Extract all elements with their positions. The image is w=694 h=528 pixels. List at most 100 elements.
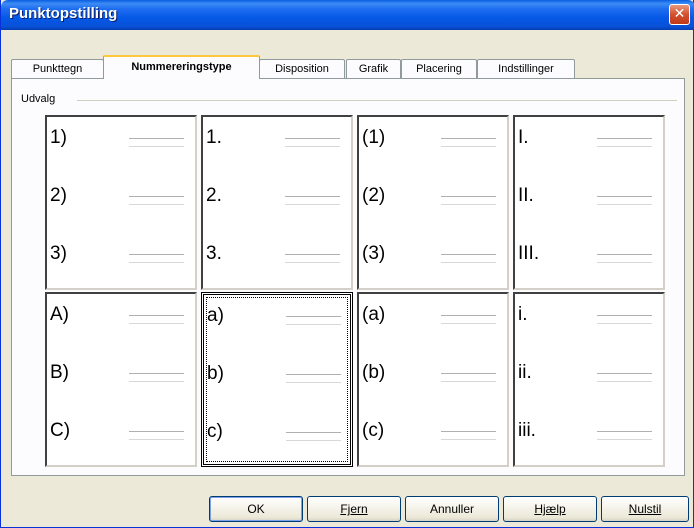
numbering-style-option[interactable]: i. ii. iii. — [513, 292, 665, 467]
numbering-style-option[interactable]: A) B) C) — [45, 292, 197, 467]
window-title: Punktopstilling — [9, 5, 118, 22]
numbering-style-option[interactable]: (a) (b) (c) — [357, 292, 509, 467]
sample-text-line — [597, 373, 652, 374]
numbering-sample-label: I. — [518, 127, 529, 148]
sample-text-line — [597, 315, 652, 316]
remove-button-label: Fjern — [340, 502, 368, 516]
title-bar[interactable]: Punktopstilling ✕ — [1, 0, 694, 30]
sample-text-line — [129, 204, 184, 205]
tab-grafik[interactable]: Grafik — [346, 59, 401, 78]
sample-text-line — [285, 204, 340, 205]
numbering-style-option[interactable]: I. II. III. — [513, 115, 665, 290]
numbering-sample-label: (3) — [362, 243, 386, 264]
sample-text-line — [597, 146, 652, 147]
numbering-sample-label: A) — [50, 304, 69, 325]
sample-text-line — [441, 262, 496, 263]
sample-text-line — [286, 316, 341, 317]
sample-text-line — [285, 254, 340, 255]
sample-text-line — [129, 138, 184, 139]
cancel-button[interactable]: Annuller — [405, 496, 499, 522]
ok-button[interactable]: OK — [209, 496, 303, 522]
numbering-sample-label: B) — [50, 362, 69, 383]
sample-text-line — [597, 439, 652, 440]
sample-text-line — [441, 315, 496, 316]
sample-text-line — [286, 382, 341, 383]
numbering-sample-label: 3. — [206, 243, 222, 264]
numbering-sample-label: (2) — [362, 185, 386, 206]
numbering-sample-label: iii. — [518, 420, 536, 441]
sample-text-line — [286, 432, 341, 433]
numbering-sample-label: (c) — [362, 420, 385, 441]
close-button[interactable]: ✕ — [669, 4, 690, 25]
sample-text-line — [285, 262, 340, 263]
sample-text-line — [597, 138, 652, 139]
sample-text-line — [285, 196, 340, 197]
sample-text-line — [597, 262, 652, 263]
sample-text-line — [441, 254, 496, 255]
sample-text-line — [129, 254, 184, 255]
group-divider — [77, 100, 677, 101]
numbering-style-option[interactable]: 1) 2) 3) — [45, 115, 197, 290]
sample-text-line — [441, 146, 496, 147]
numbering-sample-label: II. — [518, 185, 534, 206]
numbering-sample-label: (b) — [362, 362, 386, 383]
numbering-sample-label: (1) — [362, 127, 386, 148]
numbering-sample-label: 3) — [50, 243, 67, 264]
sample-text-line — [129, 439, 184, 440]
tab-placering[interactable]: Placering — [401, 59, 477, 78]
sample-text-line — [441, 196, 496, 197]
dialog-window: Punktopstilling ✕ Punkttegn Nummererings… — [0, 0, 694, 528]
sample-text-line — [441, 373, 496, 374]
sample-text-line — [129, 323, 184, 324]
sample-text-line — [441, 323, 496, 324]
help-button[interactable]: Hjælp — [503, 496, 597, 522]
tab-nummereringstype[interactable]: Nummereringstype — [103, 55, 260, 79]
sample-text-line — [286, 440, 341, 441]
tab-punkttegn[interactable]: Punkttegn — [11, 59, 104, 78]
sample-text-line — [129, 146, 184, 147]
numbering-sample-label: b) — [207, 363, 224, 384]
sample-text-line — [129, 315, 184, 316]
numbering-style-option[interactable]: 1. 2. 3. — [201, 115, 353, 290]
sample-text-line — [597, 381, 652, 382]
sample-text-line — [285, 146, 340, 147]
numbering-style-option[interactable]: a) b) c) — [201, 292, 353, 467]
sample-text-line — [129, 431, 184, 432]
numbering-sample-label: (a) — [362, 304, 386, 325]
numbering-sample-label: 1. — [206, 127, 222, 148]
numbering-sample-label: a) — [207, 305, 224, 326]
sample-text-line — [597, 196, 652, 197]
sample-text-line — [441, 204, 496, 205]
sample-text-line — [286, 374, 341, 375]
tab-disposition[interactable]: Disposition — [259, 59, 345, 78]
numbering-sample-label: c) — [207, 421, 223, 442]
remove-button[interactable]: Fjern — [307, 496, 401, 522]
numbering-sample-label: C) — [50, 420, 71, 441]
sample-text-line — [286, 324, 341, 325]
sample-text-line — [597, 323, 652, 324]
numbering-style-option[interactable]: (1) (2) (3) — [357, 115, 509, 290]
sample-text-line — [441, 381, 496, 382]
numbering-sample-label: 2) — [50, 185, 67, 206]
sample-text-line — [129, 196, 184, 197]
reset-button-label: Nulstil — [628, 502, 662, 516]
reset-button[interactable]: Nulstil — [601, 496, 689, 522]
sample-text-line — [441, 431, 496, 432]
numbering-sample-label: III. — [518, 243, 540, 264]
numbering-sample-label: 1) — [50, 127, 67, 148]
help-button-label: Hjælp — [534, 502, 566, 516]
tab-indstillinger[interactable]: Indstillinger — [477, 59, 575, 78]
sample-text-line — [441, 439, 496, 440]
group-label-udvalg: Udvalg — [21, 93, 56, 105]
sample-text-line — [597, 431, 652, 432]
sample-text-line — [129, 381, 184, 382]
numbering-sample-label: ii. — [518, 362, 532, 383]
numbering-sample-label: 2. — [206, 185, 222, 206]
sample-text-line — [597, 254, 652, 255]
close-icon: ✕ — [673, 6, 686, 22]
sample-text-line — [441, 138, 496, 139]
numbering-sample-label: i. — [518, 304, 528, 325]
sample-text-line — [129, 373, 184, 374]
sample-text-line — [285, 138, 340, 139]
sample-text-line — [597, 204, 652, 205]
